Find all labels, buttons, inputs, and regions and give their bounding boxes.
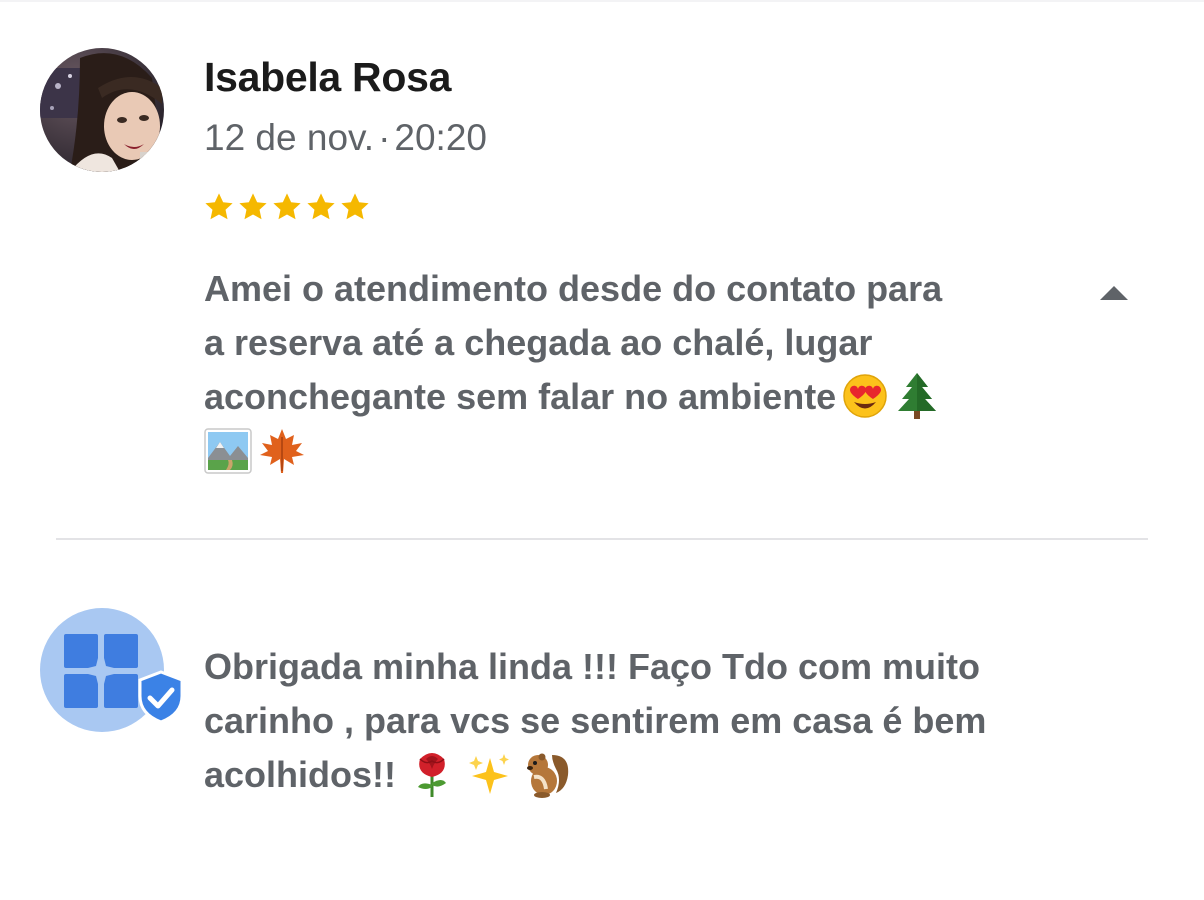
sparkles-emoji bbox=[468, 752, 512, 796]
review-timestamp: 12 de nov. · 20:20 bbox=[204, 117, 487, 159]
collapse-review-button[interactable] bbox=[1096, 278, 1132, 306]
review-body: Amei o atendimento desde do contato para… bbox=[204, 262, 1034, 478]
star-icon bbox=[203, 191, 235, 223]
star-icon bbox=[339, 191, 371, 223]
review-time: 20:20 bbox=[394, 117, 487, 158]
rose-emoji bbox=[410, 749, 454, 799]
review-line-text: aconchegante sem falar no ambiente bbox=[204, 376, 837, 417]
national-park-emoji bbox=[204, 428, 252, 474]
review-thread: Isabela Rosa 12 de nov. · 20:20 Amei o ate… bbox=[0, 0, 1204, 900]
meta-separator: · bbox=[378, 117, 391, 158]
review-line: a reserva até a chegada ao chalé, lugar bbox=[204, 322, 873, 363]
owner-reply-body: Obrigada minha linda !!! Faço Tdo com mu… bbox=[204, 640, 1104, 802]
reply-line-text: acolhidos!! bbox=[204, 754, 397, 795]
reviewer-name[interactable]: Isabela Rosa bbox=[204, 54, 451, 101]
business-logo-icon bbox=[64, 634, 138, 708]
star-icon bbox=[305, 191, 337, 223]
evergreen-tree-emoji bbox=[894, 371, 940, 421]
review-emoji-line bbox=[204, 424, 1034, 478]
maple-leaf-emoji bbox=[258, 427, 306, 475]
top-border bbox=[0, 0, 1204, 2]
caret-up-icon bbox=[1100, 286, 1128, 300]
reviewer-avatar[interactable] bbox=[40, 48, 164, 172]
review-line: Amei o atendimento desde do contato para bbox=[204, 268, 943, 309]
star-icon bbox=[237, 191, 269, 223]
heart-eyes-emoji bbox=[842, 373, 888, 419]
divider bbox=[56, 538, 1148, 540]
reply-line: Obrigada minha linda !!! Faço Tdo com mu… bbox=[204, 646, 981, 687]
review-date: 12 de nov. bbox=[204, 117, 375, 158]
star-icon bbox=[271, 191, 303, 223]
review-line: aconchegante sem falar no ambiente bbox=[204, 370, 1034, 424]
reply-line: carinho , para vcs se sentirem em casa é… bbox=[204, 700, 987, 741]
shield-check-icon bbox=[138, 670, 184, 729]
chipmunk-emoji bbox=[522, 749, 572, 799]
reply-line: acolhidos!! bbox=[204, 748, 1104, 802]
star-rating bbox=[203, 191, 371, 223]
